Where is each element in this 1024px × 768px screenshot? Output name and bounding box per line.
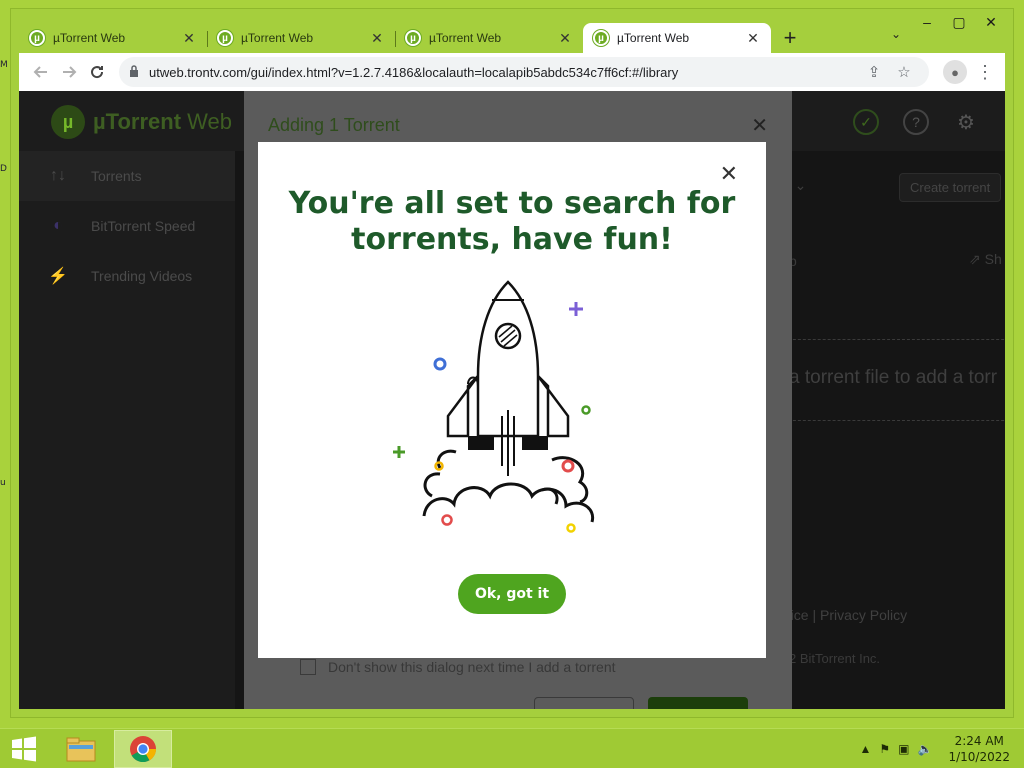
dialog-title: Adding 1 Torrent (268, 115, 400, 135)
gear-icon[interactable]: ⚙ (953, 109, 979, 135)
action-center-flag-icon[interactable]: ⚑ (879, 742, 890, 756)
tab-strip: µ µTorrent Web ✕ µ µTorrent Web ✕ µ µTor… (19, 21, 893, 53)
tab-close-icon[interactable]: ✕ (181, 30, 197, 47)
sidebar-item-label: Trending Videos (91, 268, 193, 284)
modal-title-line: You're all set to search for (288, 186, 736, 221)
address-bar[interactable]: utweb.trontv.com/gui/index.html?v=1.2.7.… (119, 57, 929, 87)
show-hidden-icons-icon[interactable]: ▲ (860, 742, 872, 756)
taskbar-clock[interactable]: 2:24 AM 1/10/2022 (948, 733, 1010, 765)
sidebar-item-trending-videos[interactable]: ⚡ Trending Videos (19, 251, 235, 301)
folder-icon (66, 737, 96, 761)
browser-tab[interactable]: µ µTorrent Web ✕ (207, 23, 395, 53)
back-button[interactable] (27, 58, 55, 86)
logo-text: µTorrent Web (93, 109, 232, 134)
transfer-arrows-icon: ↑↓ (50, 167, 66, 184)
window-controls: – ▢ ✕ (911, 11, 1007, 33)
sidebar-item-label: Torrents (91, 168, 142, 184)
modal-title: You're all set to search for torrents, h… (258, 186, 766, 258)
add-button[interactable] (648, 697, 748, 709)
minimize-button[interactable]: – (911, 11, 943, 33)
clock-time: 2:24 AM (954, 734, 1004, 748)
modal-title-line: torrents, have fun! (351, 222, 673, 257)
sidebar-item-bittorrent-speed[interactable]: ◐ BitTorrent Speed (19, 201, 235, 251)
taskbar-chrome[interactable] (114, 729, 172, 768)
drop-zone-text: a torrent file to add a torr (789, 367, 998, 388)
ok-got-it-button[interactable]: Ok, got it (458, 574, 566, 614)
sidebar-item-torrents[interactable]: ↑↓ Torrents (19, 151, 235, 201)
speedometer-icon: ◐ (53, 217, 63, 234)
profile-avatar-icon[interactable]: ● (943, 60, 967, 84)
chrome-icon (130, 735, 157, 762)
lightning-icon: ⚡ (48, 268, 68, 285)
forward-button[interactable] (55, 58, 83, 86)
rocket-illustration-icon (393, 280, 595, 533)
tab-title: µTorrent Web (617, 31, 690, 45)
network-icon[interactable]: ▣ (898, 742, 909, 756)
new-tab-button[interactable]: + (775, 23, 805, 53)
start-button[interactable] (0, 729, 48, 768)
cancel-button[interactable] (534, 697, 634, 709)
browser-tab-active[interactable]: µ µTorrent Web ✕ (583, 23, 771, 53)
windows-logo-icon (12, 736, 36, 761)
utorrent-favicon-icon: µ (29, 30, 45, 46)
success-modal: ✕ You're all set to search for torrents,… (258, 142, 766, 658)
share-icon[interactable]: ⇪ (859, 63, 889, 81)
arrow-right-icon (63, 66, 77, 78)
tab-close-icon[interactable]: ✕ (557, 30, 573, 47)
desktop-edge-label: D (0, 164, 7, 174)
speed-status-icon[interactable]: ✓ (853, 109, 879, 135)
sidebar: ↑↓ Torrents ◐ BitTorrent Speed ⚡ Trendin… (19, 151, 235, 709)
taskbar-file-explorer[interactable] (52, 730, 110, 768)
copyright-text: 2 BitTorrent Inc. (789, 651, 881, 666)
browser-menu-icon[interactable]: ⋮ (973, 62, 997, 83)
close-icon[interactable]: ✕ (751, 113, 768, 138)
taskbar: ▲ ⚑ ▣ 🔈 2:24 AM 1/10/2022 (0, 728, 1024, 768)
tab-title: µTorrent Web (429, 31, 502, 45)
maximize-button[interactable]: ▢ (943, 11, 975, 33)
tab-title: µTorrent Web (241, 31, 314, 45)
utorrent-favicon-icon: µ (217, 30, 233, 46)
system-tray: ▲ ⚑ ▣ 🔈 2:24 AM 1/10/2022 (860, 729, 1010, 768)
utorrent-logo-icon: µ (51, 105, 85, 139)
close-icon[interactable]: ✕ (720, 162, 738, 187)
lock-icon (129, 64, 139, 80)
sidebar-item-label: BitTorrent Speed (91, 218, 196, 234)
bookmark-star-icon[interactable]: ☆ (889, 63, 919, 81)
dont-show-checkbox[interactable] (300, 659, 316, 675)
create-torrent-button[interactable]: Create torrent (899, 173, 1002, 202)
desktop-edge-label: M (0, 60, 8, 70)
clock-date: 1/10/2022 (948, 750, 1010, 764)
reload-icon (91, 66, 104, 79)
browser-tab[interactable]: µ µTorrent Web ✕ (395, 23, 583, 53)
tab-search-button[interactable]: ⌄ (891, 27, 901, 41)
utorrent-favicon-icon: µ (405, 30, 421, 46)
desktop-edge-label: u (0, 478, 6, 488)
browser-tab[interactable]: µ µTorrent Web ✕ (19, 23, 207, 53)
url-text: utweb.trontv.com/gui/index.html?v=1.2.7.… (149, 64, 679, 80)
arrow-left-icon (33, 66, 47, 78)
utorrent-favicon-icon: µ (593, 30, 609, 46)
share-button[interactable]: ⇗ Sh (969, 251, 1002, 268)
utorrent-logo: µ µTorrent Web (51, 105, 232, 139)
tab-close-icon[interactable]: ✕ (369, 30, 385, 47)
close-window-button[interactable]: ✕ (975, 11, 1007, 33)
help-icon[interactable]: ? (903, 109, 929, 135)
dont-show-label: Don't show this dialog next time I add a… (328, 659, 616, 675)
dont-show-checkbox-row[interactable]: Don't show this dialog next time I add a… (300, 659, 616, 675)
speaker-muted-icon[interactable]: 🔈 (918, 742, 933, 756)
reload-button[interactable] (83, 58, 111, 86)
tab-close-icon[interactable]: ✕ (745, 30, 761, 47)
tab-title: µTorrent Web (53, 31, 126, 45)
footer-links[interactable]: rvice | Privacy Policy (779, 607, 907, 623)
browser-toolbar: utweb.trontv.com/gui/index.html?v=1.2.7.… (19, 53, 1005, 91)
